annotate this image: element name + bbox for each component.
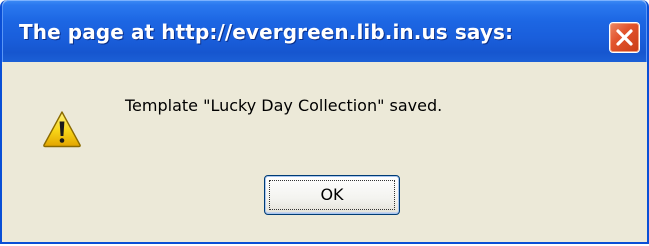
- close-icon: [616, 29, 633, 46]
- ok-button-label: OK: [320, 185, 344, 204]
- warning-icon: [43, 111, 81, 148]
- ok-button[interactable]: OK: [264, 175, 400, 215]
- alert-dialog: The page at http://evergreen.lib.in.us s…: [0, 0, 649, 244]
- dialog-message: Template "Lucky Day Collection" saved.: [125, 96, 443, 115]
- dialog-title: The page at http://evergreen.lib.in.us s…: [19, 20, 514, 44]
- dialog-content: Template "Lucky Day Collection" saved. O…: [2, 62, 647, 242]
- close-button[interactable]: [609, 22, 640, 53]
- dialog-titlebar[interactable]: The page at http://evergreen.lib.in.us s…: [2, 0, 647, 62]
